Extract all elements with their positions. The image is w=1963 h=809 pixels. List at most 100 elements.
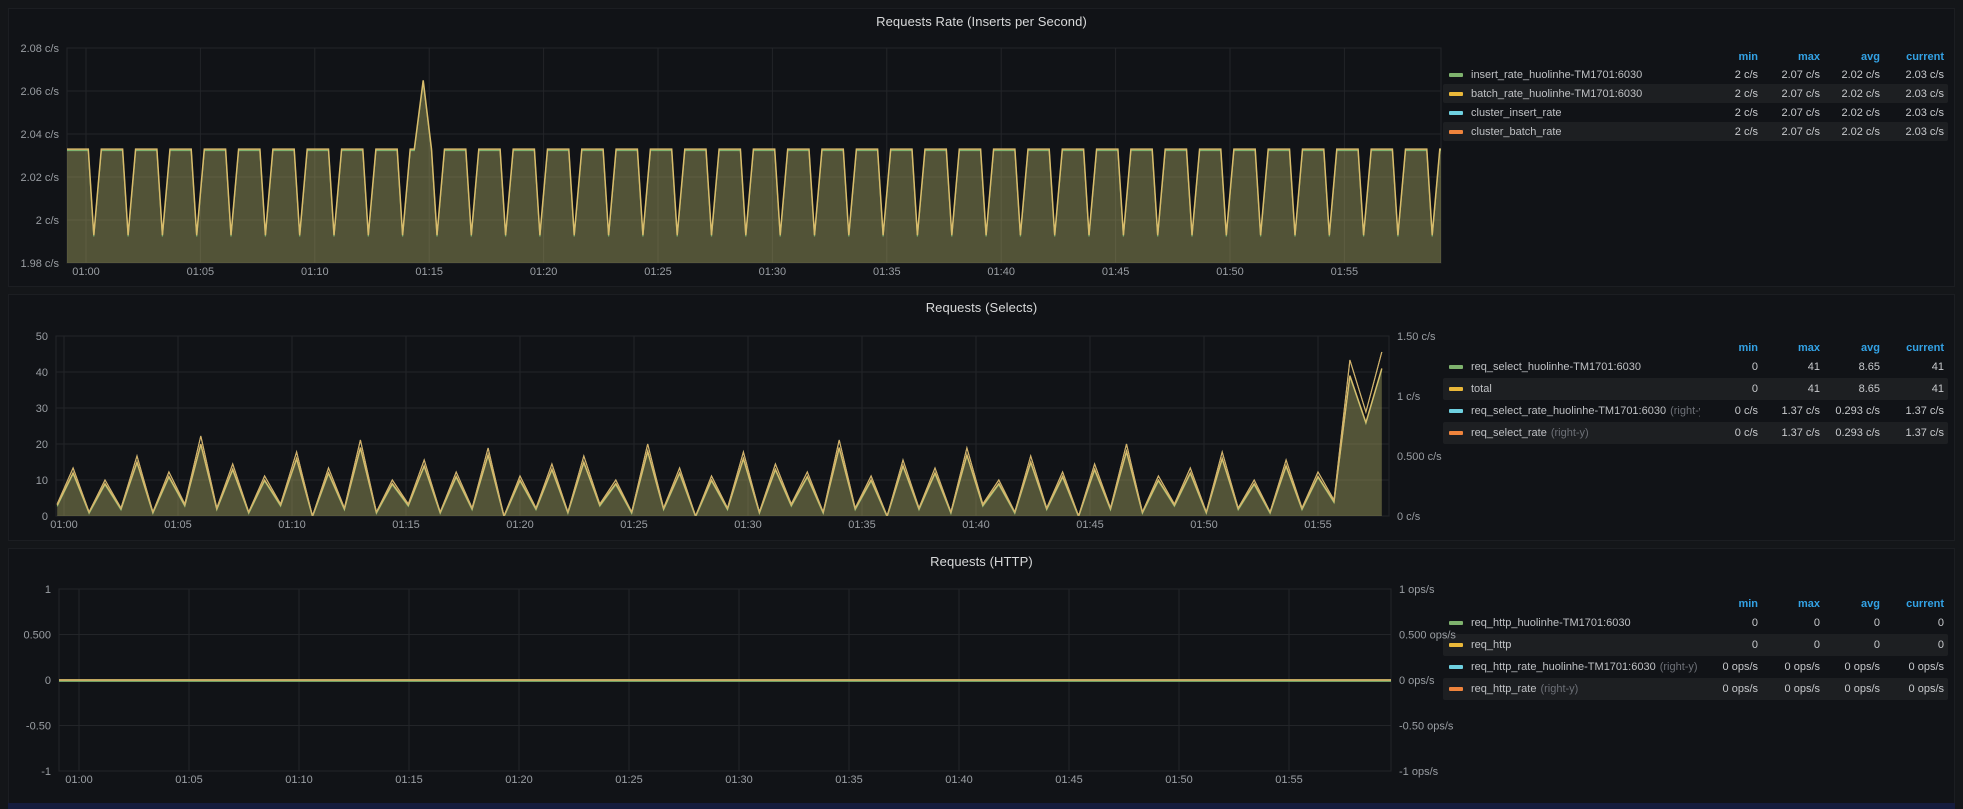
- plot-area[interactable]: [57, 352, 1382, 517]
- stat-current: 2.03 c/s: [1880, 107, 1944, 119]
- series-name[interactable]: req_http_rate_huolinhe-TM1701:6030: [1471, 661, 1656, 673]
- series-color-swatch[interactable]: [1449, 431, 1463, 435]
- series-color-swatch[interactable]: [1449, 687, 1463, 691]
- legend-header-current[interactable]: current: [1880, 598, 1944, 610]
- x-tick-label: 01:15: [415, 266, 443, 278]
- stat-min: 2 c/s: [1700, 69, 1758, 81]
- x-tick-label: 01:30: [759, 266, 787, 278]
- stat-min: 0: [1700, 617, 1758, 629]
- series-name[interactable]: req_select_huolinhe-TM1701:6030: [1471, 361, 1641, 373]
- legend-header-max[interactable]: max: [1758, 51, 1820, 63]
- series-name[interactable]: req_http_rate: [1471, 683, 1536, 695]
- series-color-swatch[interactable]: [1449, 73, 1463, 77]
- series-name[interactable]: req_http: [1471, 639, 1511, 651]
- legend-header-min[interactable]: min: [1700, 51, 1758, 63]
- series-color-swatch[interactable]: [1449, 111, 1463, 115]
- legend-row: req_select_rate(right-y)0 c/s1.37 c/s0.2…: [1443, 422, 1948, 444]
- legend-header-avg[interactable]: avg: [1820, 342, 1880, 354]
- series-color-swatch[interactable]: [1449, 409, 1463, 413]
- legend-header-avg[interactable]: avg: [1820, 598, 1880, 610]
- y-left-tick-label: 50: [36, 331, 48, 343]
- y-left-tick-label: 1: [45, 584, 51, 596]
- x-tick-label: 01:15: [395, 774, 423, 786]
- stat-avg: 0: [1820, 639, 1880, 651]
- legend-row: cluster_batch_rate2 c/s2.07 c/s2.02 c/s2…: [1443, 122, 1948, 141]
- x-tick-label: 01:55: [1331, 266, 1359, 278]
- panel-requests-rate-inserts: Requests Rate (Inserts per Second) 01:00…: [8, 8, 1955, 287]
- series-name[interactable]: req_select_rate: [1471, 427, 1547, 439]
- series-color-swatch[interactable]: [1449, 643, 1463, 647]
- stat-max: 0: [1758, 617, 1820, 629]
- y-left-tick-label: 0.500: [23, 630, 51, 642]
- y-right-tick-label: 0 ops/s: [1399, 675, 1435, 687]
- y-right-tick-label: 0 c/s: [1397, 511, 1421, 523]
- stat-max: 2.07 c/s: [1758, 107, 1820, 119]
- legend-header-max[interactable]: max: [1758, 598, 1820, 610]
- y-right-tick-label: 1.50 c/s: [1397, 331, 1436, 343]
- axis-labels: 01:0001:0501:1001:1501:2001:2501:3001:35…: [23, 584, 1456, 786]
- legend-header-current[interactable]: current: [1880, 51, 1944, 63]
- x-tick-label: 01:10: [285, 774, 313, 786]
- y-right-tick-label: -0.50 ops/s: [1399, 721, 1454, 733]
- stat-max: 41: [1758, 361, 1820, 373]
- y-left-tick-label: 20: [36, 439, 48, 451]
- x-tick-label: 01:40: [945, 774, 973, 786]
- stat-min: 2 c/s: [1700, 107, 1758, 119]
- stat-current: 41: [1880, 383, 1944, 395]
- legend-header-min[interactable]: min: [1700, 598, 1758, 610]
- legend-row: cluster_insert_rate2 c/s2.07 c/s2.02 c/s…: [1443, 103, 1948, 122]
- series-color-swatch[interactable]: [1449, 365, 1463, 369]
- grafana-dashboard: { "legend_headers": ["min", "max", "avg"…: [0, 0, 1963, 809]
- x-tick-label: 01:45: [1102, 266, 1130, 278]
- series-color-swatch[interactable]: [1449, 130, 1463, 134]
- next-row-panel-edge: [8, 803, 1955, 809]
- x-tick-label: 01:00: [72, 266, 100, 278]
- stat-max: 2.07 c/s: [1758, 88, 1820, 100]
- x-tick-label: 01:05: [164, 519, 192, 531]
- x-tick-label: 01:00: [50, 519, 78, 531]
- x-tick-label: 01:10: [278, 519, 306, 531]
- legend-header-avg[interactable]: avg: [1820, 51, 1880, 63]
- panel-requests-selects: Requests (Selects) 01:0001:0501:1001:150…: [8, 294, 1955, 541]
- legend-row: batch_rate_huolinhe-TM1701:60302 c/s2.07…: [1443, 84, 1948, 103]
- right-y-suffix: (right-y): [1536, 683, 1578, 695]
- x-tick-label: 01:20: [530, 266, 558, 278]
- x-tick-label: 01:40: [987, 266, 1015, 278]
- stat-max: 1.37 c/s: [1758, 427, 1820, 439]
- stat-min: 0: [1700, 639, 1758, 651]
- series-name[interactable]: cluster_insert_rate: [1471, 107, 1562, 119]
- y-left-tick-label: 2.04 c/s: [20, 129, 59, 141]
- x-tick-label: 01:30: [725, 774, 753, 786]
- stat-current: 2.03 c/s: [1880, 69, 1944, 81]
- x-tick-label: 01:45: [1076, 519, 1104, 531]
- stat-avg: 2.02 c/s: [1820, 69, 1880, 81]
- series-name[interactable]: req_select_rate_huolinhe-TM1701:6030: [1471, 405, 1666, 417]
- legend-header-max[interactable]: max: [1758, 342, 1820, 354]
- series-name[interactable]: total: [1471, 383, 1492, 395]
- series-color-swatch[interactable]: [1449, 665, 1463, 669]
- y-right-tick-label: 0.500 c/s: [1397, 451, 1442, 463]
- y-left-tick-label: 0: [45, 675, 51, 687]
- legend-row: req_http0000: [1443, 634, 1948, 656]
- series-name[interactable]: cluster_batch_rate: [1471, 126, 1562, 138]
- x-tick-label: 01:05: [187, 266, 215, 278]
- plot-area[interactable]: [67, 80, 1474, 263]
- x-tick-label: 01:30: [734, 519, 762, 531]
- legend-row: req_select_rate_huolinhe-TM1701:6030(rig…: [1443, 400, 1948, 422]
- legend-header-min[interactable]: min: [1700, 342, 1758, 354]
- series-name[interactable]: insert_rate_huolinhe-TM1701:6030: [1471, 69, 1642, 81]
- series-color-swatch[interactable]: [1449, 387, 1463, 391]
- legend-header-current[interactable]: current: [1880, 342, 1944, 354]
- x-tick-label: 01:25: [644, 266, 672, 278]
- series-color-swatch[interactable]: [1449, 92, 1463, 96]
- x-tick-label: 01:10: [301, 266, 329, 278]
- x-tick-label: 01:05: [175, 774, 203, 786]
- stat-min: 0 c/s: [1700, 427, 1758, 439]
- series-color-swatch[interactable]: [1449, 621, 1463, 625]
- stat-max: 2.07 c/s: [1758, 126, 1820, 138]
- series-name[interactable]: batch_rate_huolinhe-TM1701:6030: [1471, 88, 1642, 100]
- plot-area[interactable]: [59, 680, 1391, 681]
- series-name[interactable]: req_http_huolinhe-TM1701:6030: [1471, 617, 1631, 629]
- y-left-tick-label: 30: [36, 403, 48, 415]
- legend-row: req_http_rate(right-y)0 ops/s0 ops/s0 op…: [1443, 678, 1948, 700]
